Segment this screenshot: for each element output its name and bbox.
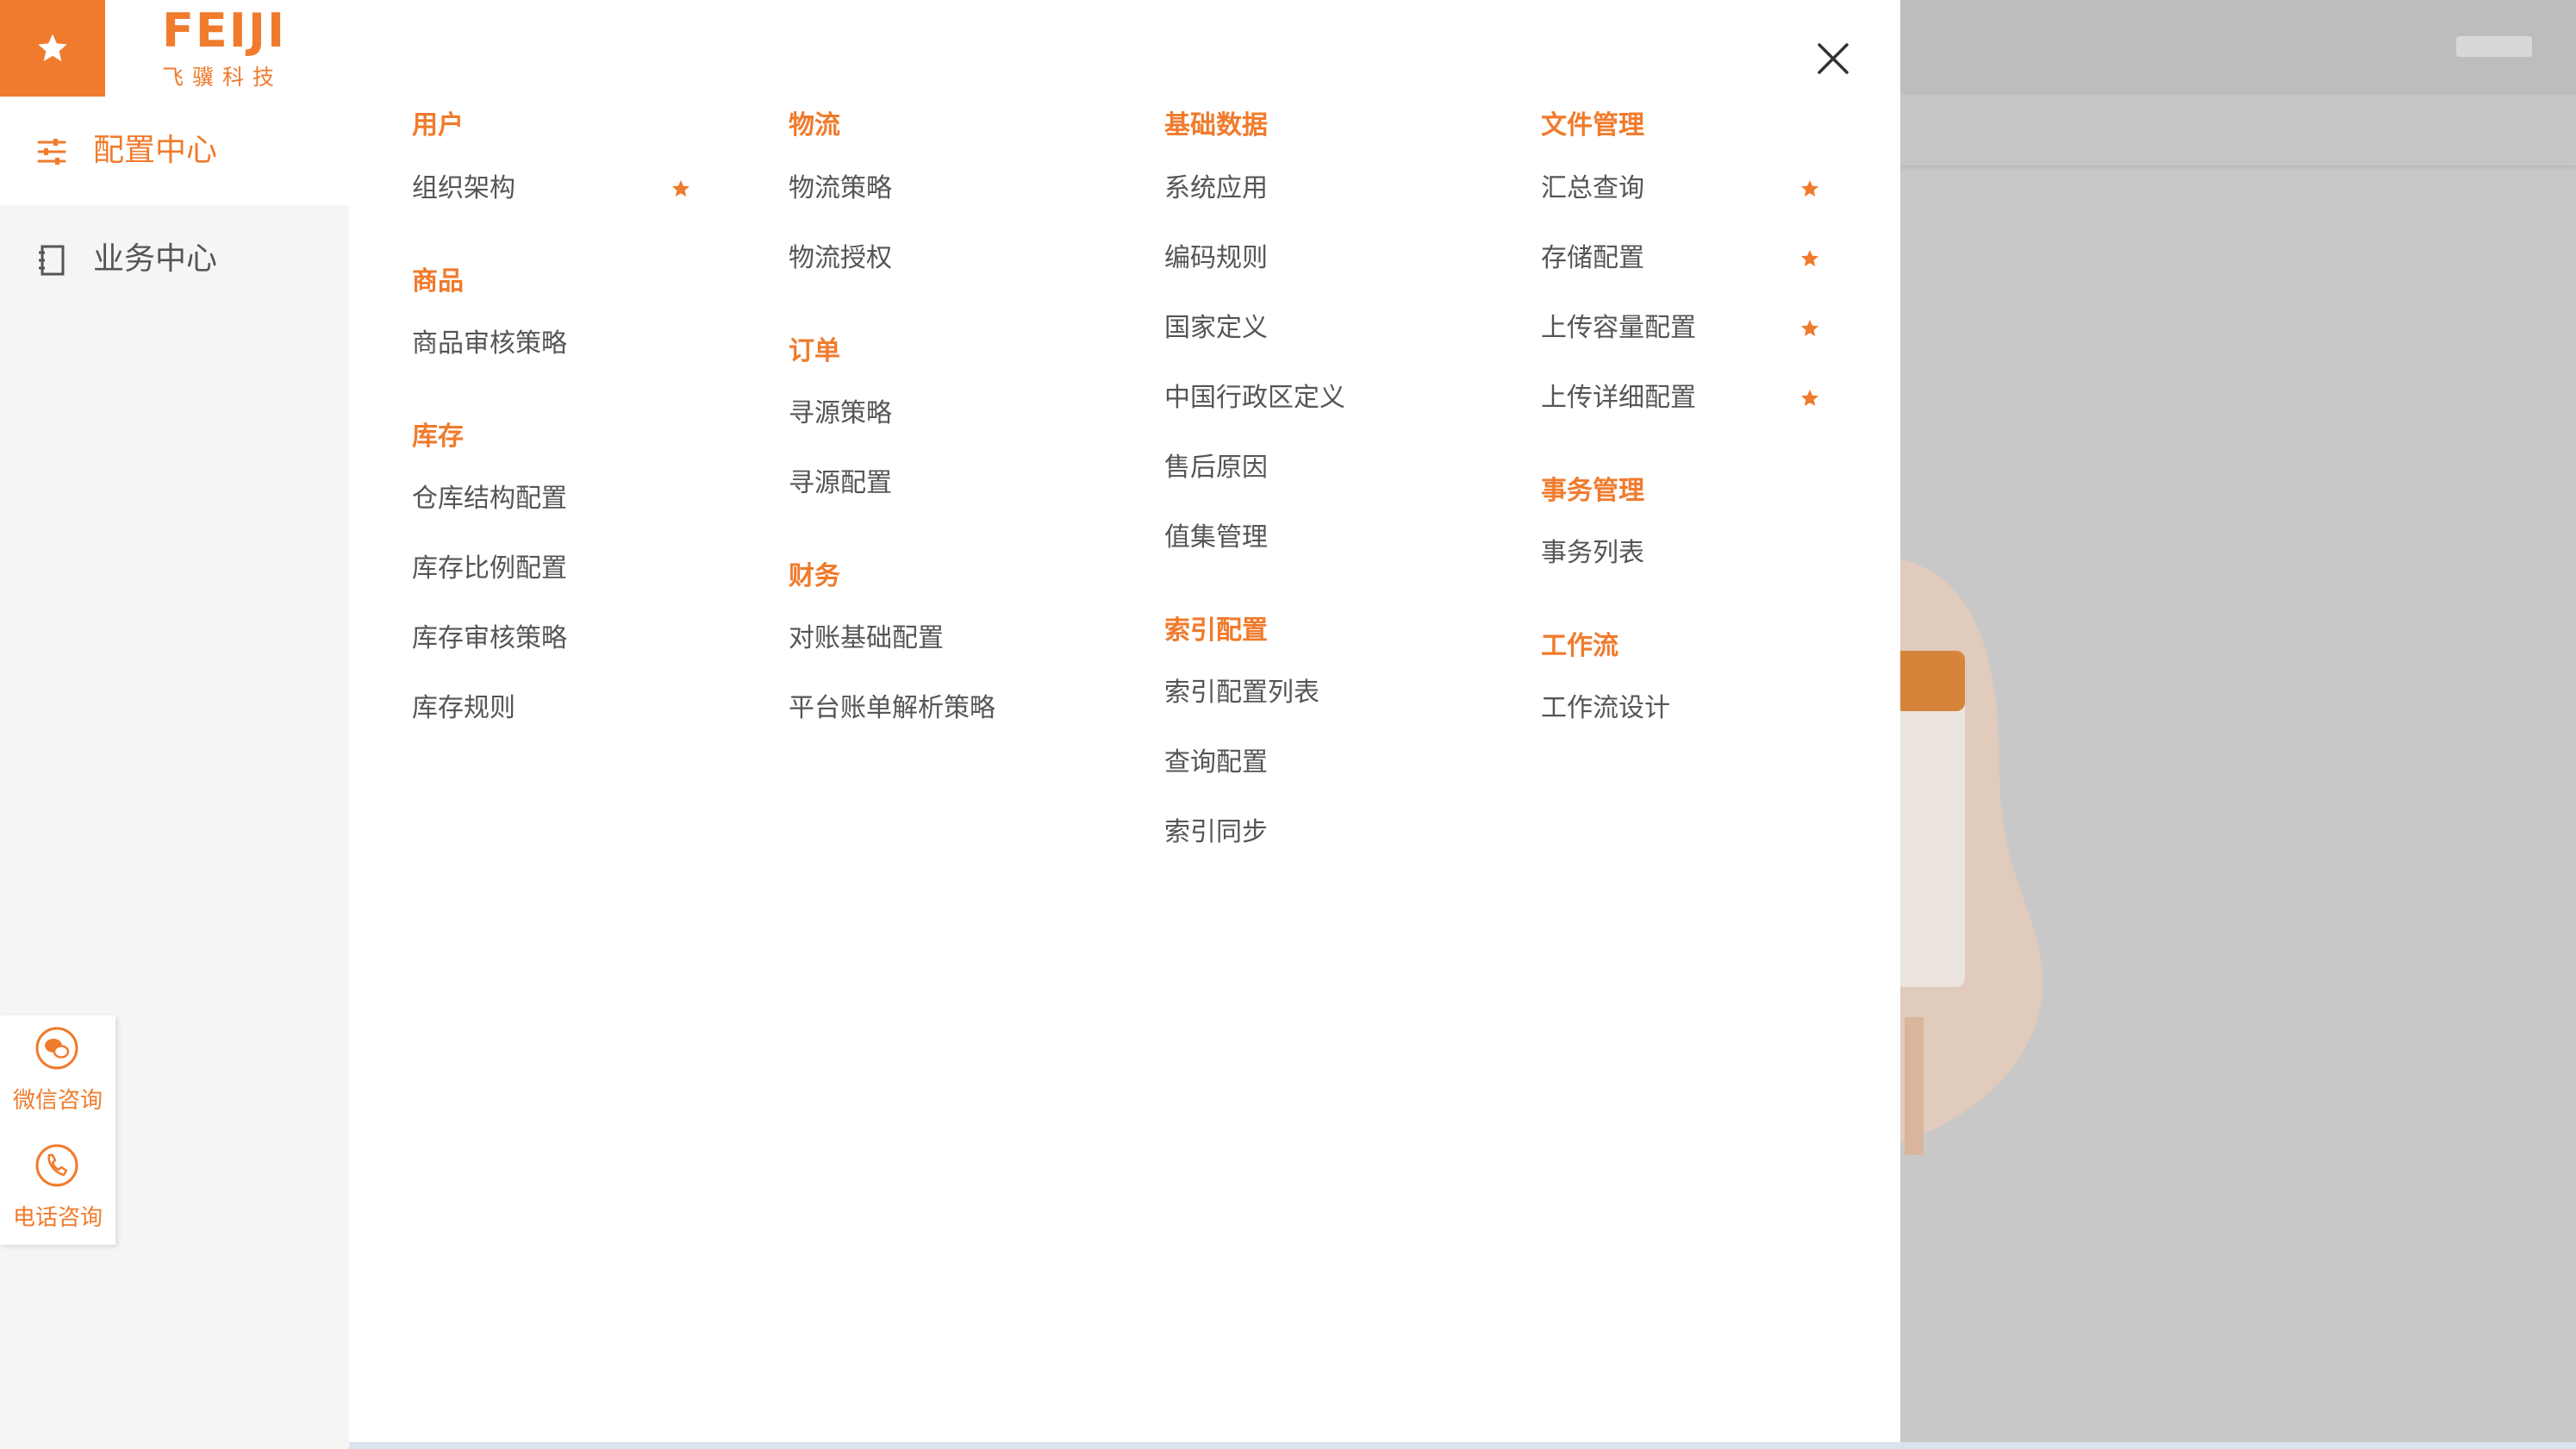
menu-item-label: 编码规则 (1164, 243, 1268, 273)
menu-item-value-set[interactable]: 值集管理 (1164, 517, 1440, 559)
menu-item-country-definition[interactable]: 国家定义 (1164, 308, 1440, 349)
menu-item-label: 上传详细配置 (1541, 383, 1696, 413)
notebook-icon (39, 245, 65, 276)
menu-item-sourcing-policy[interactable]: 寻源策略 (789, 393, 1064, 434)
menu-item-label: 物流策略 (789, 173, 892, 203)
section-title-workflow: 工作流 (1541, 631, 1619, 661)
sidebar-item-business-center[interactable]: 业务中心 (0, 205, 349, 314)
section-title-order: 订单 (789, 336, 840, 366)
menu-item-warehouse-structure[interactable]: 仓库结构配置 (412, 478, 688, 520)
menu-item-china-region-definition[interactable]: 中国行政区定义 (1164, 378, 1440, 419)
menu-item-logistics-auth[interactable]: 物流授权 (789, 238, 1064, 279)
menu-item-inventory-audit-policy[interactable]: 库存审核策略 (412, 618, 688, 659)
menu-item-label: 寻源配置 (789, 468, 892, 498)
section-title-transaction-management: 事务管理 (1541, 476, 1644, 506)
menu-item-org-structure[interactable]: 组织架构 (412, 168, 691, 209)
bottom-strip (0, 1442, 2576, 1449)
star-icon[interactable] (1799, 178, 1820, 199)
menu-item-label: 值集管理 (1164, 522, 1268, 553)
section-title-index-config: 索引配置 (1164, 615, 1268, 646)
menu-item-label: 对账基础配置 (789, 623, 944, 653)
menu-item-index-config-list[interactable]: 索引配置列表 (1164, 672, 1440, 714)
menu-item-query-config[interactable]: 查询配置 (1164, 742, 1440, 784)
phone-consult-label: 电话咨询 (12, 1205, 103, 1231)
menu-item-label: 商品审核策略 (412, 328, 567, 359)
menu-item-code-rules[interactable]: 编码规则 (1164, 238, 1440, 279)
menu-item-sourcing-config[interactable]: 寻源配置 (789, 463, 1064, 504)
close-icon[interactable] (1814, 40, 1852, 78)
section-title-inventory: 库存 (412, 422, 464, 452)
menu-item-inventory-rules[interactable]: 库存规则 (412, 688, 688, 729)
section-title-user: 用户 (412, 110, 464, 141)
logo-text: FEIJI (162, 3, 287, 58)
logo: FEIJI 飞骥科技 (105, 0, 349, 97)
menu-item-label: 仓库结构配置 (412, 484, 567, 514)
menu-item-logistics-policy[interactable]: 物流策略 (789, 168, 1064, 209)
menu-item-bill-parsing-policy[interactable]: 平台账单解析策略 (789, 688, 1064, 729)
menu-item-label: 索引配置列表 (1164, 678, 1319, 708)
menu-item-label: 中国行政区定义 (1164, 383, 1345, 413)
menu-item-label: 平台账单解析策略 (789, 693, 995, 723)
menu-item-after-sales-reason[interactable]: 售后原因 (1164, 447, 1440, 489)
wechat-consult-button[interactable]: 微信咨询 (0, 1015, 115, 1127)
menu-item-label: 汇总查询 (1541, 173, 1644, 203)
section-title-finance: 财务 (789, 561, 840, 591)
star-icon (38, 34, 67, 61)
menu-item-label: 寻源策略 (789, 398, 892, 428)
sliders-icon (37, 139, 66, 165)
menu-item-label: 存储配置 (1541, 243, 1644, 273)
star-icon[interactable] (1799, 388, 1820, 409)
sidebar-item-label: 配置中心 (93, 133, 218, 168)
sidebar-item-config-center[interactable]: 配置中心 (0, 97, 349, 205)
menu-item-label: 物流授权 (789, 243, 892, 273)
menu-item-label: 库存比例配置 (412, 553, 567, 584)
favorites-button[interactable] (0, 0, 105, 97)
menu-item-summary-query[interactable]: 汇总查询 (1541, 168, 1820, 209)
menu-item-label: 工作流设计 (1541, 693, 1670, 723)
contact-panel: 微信咨询 电话咨询 (0, 1015, 115, 1245)
menu-item-label: 事务列表 (1541, 538, 1644, 568)
wechat-icon (35, 1027, 78, 1070)
menu-item-upload-capacity-config[interactable]: 上传容量配置 (1541, 308, 1820, 349)
menu-item-label: 库存规则 (412, 693, 515, 723)
star-icon[interactable] (1799, 318, 1820, 339)
menu-item-reconciliation-config[interactable]: 对账基础配置 (789, 618, 1064, 659)
config-menu-panel: 用户 组织架构 商品 商品审核策略 库存 仓库结构配置 库存比例配置 库存审核策… (349, 0, 1900, 1442)
section-title-logistics: 物流 (789, 110, 840, 141)
menu-item-label: 售后原因 (1164, 453, 1268, 483)
menu-item-label: 组织架构 (412, 173, 515, 203)
menu-item-label: 系统应用 (1164, 173, 1268, 203)
menu-item-label: 国家定义 (1164, 313, 1268, 343)
sidebar-item-label: 业务中心 (93, 241, 218, 277)
menu-item-goods-audit-policy[interactable]: 商品审核策略 (412, 323, 688, 365)
menu-item-workflow-design[interactable]: 工作流设计 (1541, 688, 1817, 729)
menu-item-label: 查询配置 (1164, 747, 1268, 778)
phone-consult-button[interactable]: 电话咨询 (0, 1133, 115, 1245)
section-title-goods: 商品 (412, 266, 464, 297)
section-title-base-data: 基础数据 (1164, 110, 1268, 141)
section-title-file-management: 文件管理 (1541, 110, 1644, 141)
menu-item-transaction-list[interactable]: 事务列表 (1541, 533, 1817, 574)
logo-subtitle: 飞骥科技 (162, 65, 284, 90)
star-icon[interactable] (671, 178, 691, 199)
menu-item-storage-config[interactable]: 存储配置 (1541, 238, 1820, 279)
menu-item-index-sync[interactable]: 索引同步 (1164, 812, 1440, 853)
menu-item-label: 库存审核策略 (412, 623, 567, 653)
menu-item-inventory-ratio[interactable]: 库存比例配置 (412, 548, 688, 590)
phone-icon (35, 1144, 78, 1187)
background-user-info (2456, 36, 2532, 57)
menu-item-label: 索引同步 (1164, 817, 1268, 847)
star-icon[interactable] (1799, 248, 1820, 269)
menu-item-label: 上传容量配置 (1541, 313, 1696, 343)
wechat-consult-label: 微信咨询 (12, 1088, 103, 1114)
menu-item-system-apps[interactable]: 系统应用 (1164, 168, 1440, 209)
sidebar: FEIJI 飞骥科技 配置中心 业务中心 微信咨询 电话咨询 (0, 0, 349, 1449)
menu-item-upload-detail-config[interactable]: 上传详细配置 (1541, 378, 1820, 419)
